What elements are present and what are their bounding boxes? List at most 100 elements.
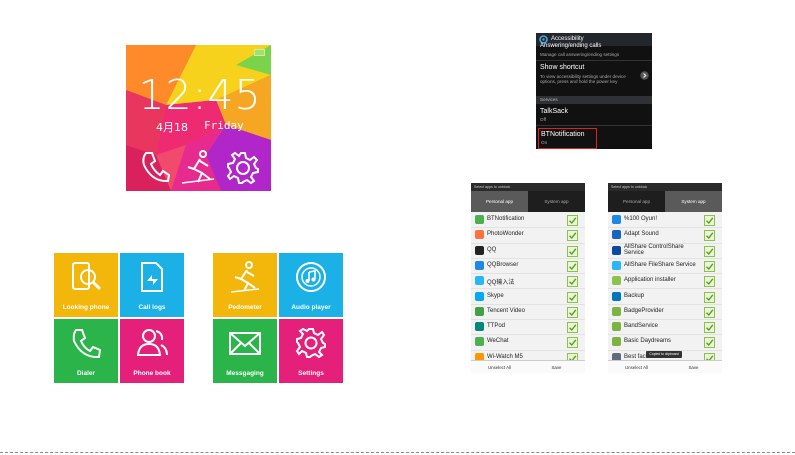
app-icon — [612, 260, 621, 270]
app-row[interactable]: QQBrowser — [471, 258, 585, 275]
pedometer-icon[interactable] — [180, 149, 216, 185]
header-text: Select apps to unblock — [474, 185, 511, 189]
app-row[interactable]: TTPod — [471, 319, 585, 336]
app-icon — [475, 230, 484, 240]
service-title: TalkSack — [540, 108, 569, 115]
app-icon — [612, 245, 621, 255]
app-name: QQBrowser — [487, 261, 519, 268]
app-checkbox[interactable] — [704, 291, 715, 303]
app-checkbox[interactable] — [567, 306, 578, 318]
app-row[interactable]: Application installer — [608, 273, 722, 290]
app-row[interactable]: Skype — [471, 289, 585, 305]
clock-date: 4月18 — [156, 121, 188, 134]
save-button[interactable]: Save — [666, 362, 721, 373]
divider — [536, 60, 652, 61]
checkmark-icon — [569, 309, 577, 316]
accessibility-title: Accessibility — [551, 36, 584, 42]
phone-icon[interactable] — [138, 149, 170, 183]
checkmark-icon — [569, 324, 577, 332]
app-icon — [475, 291, 484, 301]
app-checkbox[interactable] — [704, 230, 715, 242]
app-checkbox[interactable] — [704, 306, 715, 318]
page-footer-rule — [0, 452, 795, 454]
tab-system-app[interactable]: System app — [665, 191, 722, 212]
tile-label: Dialer — [76, 370, 96, 377]
tile-call-logs[interactable]: Call logs — [120, 253, 184, 317]
phone-book-icon — [136, 329, 168, 356]
app-checkbox[interactable] — [567, 291, 578, 303]
tab-bar: Personal app System app — [608, 191, 722, 212]
clock-time: 12:45 — [138, 71, 262, 119]
unselect-all-button[interactable]: Unselect All — [609, 362, 664, 373]
app-name: BandService — [624, 323, 659, 330]
app-checkbox[interactable] — [704, 322, 715, 334]
checkmark-icon — [569, 217, 577, 225]
pedometer-icon — [230, 261, 260, 293]
section-title: Services — [540, 97, 558, 102]
app-row[interactable]: Backup — [608, 289, 722, 305]
tab-system-app[interactable]: System app — [528, 191, 585, 212]
app-checkbox[interactable] — [567, 322, 578, 334]
app-checkbox[interactable] — [704, 260, 715, 272]
app-row[interactable]: %100 Oyun! — [608, 212, 722, 229]
app-name: AllShare FileShare Service — [624, 261, 696, 268]
tile-pedometer[interactable]: Pedometer — [213, 253, 277, 317]
app-checkbox[interactable] — [704, 337, 715, 349]
setting-subtitle: To view accessibility settings under dev… — [540, 74, 626, 85]
app-row[interactable]: WeChat — [471, 334, 585, 351]
app-checkbox[interactable] — [704, 215, 715, 226]
clock-day: Friday — [204, 119, 244, 132]
app-row[interactable]: AllShare FileShare Service — [608, 258, 722, 275]
app-checkbox[interactable] — [567, 276, 578, 288]
watch-face-screen: 12:45 4月18 Friday — [126, 45, 271, 191]
bottom-bar: Unselect All Save — [608, 360, 722, 373]
app-row[interactable]: QQ — [471, 243, 585, 259]
tile-label: Phone book — [133, 370, 171, 377]
service-btnotification[interactable]: BTNotification On — [538, 128, 597, 149]
app-name: Skype — [487, 292, 504, 299]
tile-messaging[interactable]: Messgaging — [213, 319, 277, 383]
app-icon — [475, 337, 484, 347]
tile-dialer[interactable]: Dialer — [54, 319, 118, 383]
unselect-all-button[interactable]: Unselect All — [472, 362, 527, 373]
app-row[interactable]: Tencent Video — [471, 304, 585, 321]
app-row[interactable]: Basic Daydreams — [608, 334, 722, 351]
menu-grid-right: Pedometer Audio player Messgaging Settin… — [213, 253, 343, 383]
audio-player-icon — [296, 262, 326, 292]
app-checkbox[interactable] — [567, 337, 578, 349]
tile-label: Pedometer — [228, 304, 262, 311]
app-row[interactable]: QQ输入法 — [471, 273, 585, 290]
app-checkbox[interactable] — [704, 245, 715, 257]
tab-personal-app[interactable]: Personal app — [471, 191, 528, 212]
personal-app-list-screen: Select apps to unblock Personal app Syst… — [471, 183, 585, 373]
app-checkbox[interactable] — [567, 230, 578, 242]
app-row[interactable]: BadgeProvider — [608, 304, 722, 321]
screen-header: Select apps to unblock — [471, 183, 585, 191]
checkmark-icon — [706, 339, 714, 347]
tile-settings[interactable]: Settings — [279, 319, 343, 383]
app-name: %100 Oyun! — [624, 216, 658, 222]
app-row[interactable]: BandService — [608, 319, 722, 336]
checkmark-icon — [569, 293, 577, 301]
app-checkbox[interactable] — [567, 245, 578, 257]
system-app-list-screen: Select apps to unblock Personal app Syst… — [608, 183, 722, 373]
app-row[interactable]: Adapt Sound — [608, 227, 722, 244]
checkmark-icon — [569, 247, 577, 255]
app-checkbox[interactable] — [704, 276, 715, 288]
tab-personal-app[interactable]: Personal app — [608, 191, 665, 212]
app-row[interactable]: PhotoWonder — [471, 227, 585, 244]
service-status: On — [541, 140, 548, 145]
app-checkbox[interactable] — [567, 215, 578, 226]
tile-phone-book[interactable]: Phone book — [120, 319, 184, 383]
chevron-right-icon[interactable] — [640, 71, 649, 80]
setting-title: Show shortcut — [540, 64, 585, 71]
app-row[interactable]: AllShare ControlShare Service — [608, 243, 722, 259]
checkmark-icon — [706, 232, 714, 240]
save-button[interactable]: Save — [529, 362, 584, 373]
tile-looking-phone[interactable]: Looking phone — [54, 253, 118, 317]
settings-icon[interactable] — [226, 151, 260, 185]
app-checkbox[interactable] — [567, 260, 578, 272]
app-icon — [612, 291, 621, 301]
tile-audio-player[interactable]: Audio player — [279, 253, 343, 317]
app-row[interactable]: BTNotification — [471, 212, 585, 229]
